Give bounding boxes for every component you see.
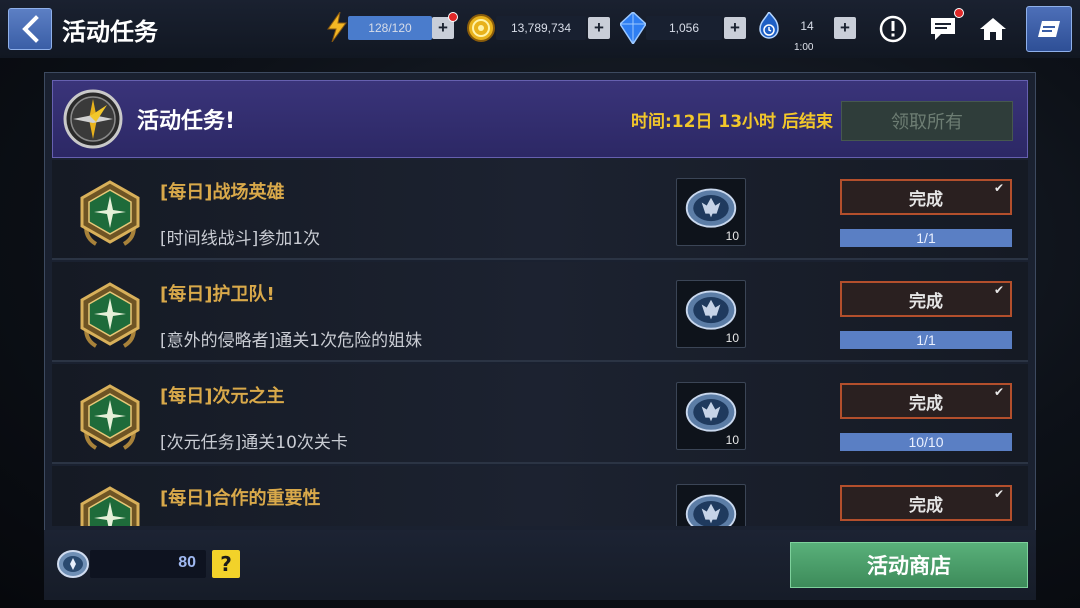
reward-item[interactable]: 10 [676, 280, 746, 348]
complete-button[interactable]: 完成 ✔ [840, 485, 1012, 521]
progress-bar: 1/1 [840, 229, 1012, 247]
help-button[interactable]: ? [212, 550, 240, 578]
task-description: [意外的侵略者]通关1次危险的姐妹 [160, 331, 423, 351]
home-button[interactable] [976, 12, 1010, 46]
chat-icon [931, 18, 955, 40]
task-row: [每日]战场英雄 [时间线战斗]参加1次 10 完成 ✔ 1/1 [52, 160, 1028, 260]
menu-icon [1038, 21, 1060, 37]
task-name: [每日]合作的重要性 [160, 488, 321, 509]
stamina-resource: 14 1:00 + [756, 12, 856, 53]
check-icon: ✔ [993, 181, 1004, 195]
notification-dot [954, 8, 964, 18]
task-description: [次元任务]通关10次关卡 [160, 433, 348, 453]
stamina-timer: 1:00 [794, 42, 814, 53]
medal-icon [74, 280, 146, 352]
token-counter: 80 [90, 550, 206, 578]
add-gold-button[interactable]: + [588, 17, 610, 39]
complete-label: 完成 [909, 189, 943, 210]
reward-item[interactable]: 10 [676, 178, 746, 246]
complete-button[interactable]: 完成 ✔ [840, 383, 1012, 419]
complete-button[interactable]: 完成 ✔ [840, 179, 1012, 215]
token-count: 80 [178, 554, 196, 571]
reward-token-icon [685, 290, 737, 330]
task-name: [每日]护卫队! [160, 284, 275, 305]
task-row: [每日]护卫队! [意外的侵略者]通关1次危险的姐妹 10 完成 ✔ 1/1 [52, 262, 1028, 362]
reward-token-icon [57, 550, 89, 578]
task-name: [每日]战场英雄 [160, 182, 285, 203]
complete-label: 完成 [909, 291, 943, 312]
medal-icon [74, 484, 146, 526]
stamina-value: 14 [800, 19, 814, 33]
menu-button[interactable] [1026, 6, 1072, 52]
task-name: [每日]次元之主 [160, 386, 285, 407]
reward-token-icon [685, 188, 737, 228]
reward-quantity: 10 [725, 433, 739, 447]
alert-icon [879, 15, 907, 43]
progress-text: 1/1 [916, 332, 936, 348]
task-row: [每日]次元之主 [次元任务]通关10次关卡 10 完成 ✔ 10/10 [52, 364, 1028, 464]
alert-button[interactable] [876, 12, 910, 46]
reward-quantity: 10 [725, 331, 739, 345]
complete-button[interactable]: 完成 ✔ [840, 281, 1012, 317]
panel-title: 活动任务! [137, 109, 236, 134]
task-row: [每日]合作的重要性 完成 ✔ [52, 466, 1028, 526]
top-bar: 活动任务 128/120 + 13,789,734 + 1,056 + 14 1… [0, 0, 1080, 58]
add-crystal-button[interactable]: + [724, 17, 746, 39]
reward-item[interactable] [676, 484, 746, 526]
check-icon: ✔ [993, 487, 1004, 501]
reward-quantity: 10 [725, 229, 739, 243]
stamina-clock-icon [759, 12, 779, 39]
progress-bar: 1/1 [840, 331, 1012, 349]
progress-text: 10/10 [908, 434, 944, 450]
compass-icon [63, 89, 123, 149]
task-description: [时间线战斗]参加1次 [160, 229, 321, 249]
time-remaining: 时间:12日 13小时 后结束 [631, 112, 833, 132]
complete-label: 完成 [909, 495, 943, 516]
medal-icon [74, 178, 146, 250]
crystal-resource: 1,056 + [620, 12, 746, 44]
progress-bar: 10/10 [840, 433, 1012, 451]
back-button[interactable] [8, 8, 52, 50]
add-stamina-button[interactable]: + [834, 17, 856, 39]
gold-resource: 13,789,734 + [466, 14, 610, 42]
back-arrow-icon [22, 15, 39, 43]
reward-item[interactable]: 10 [676, 382, 746, 450]
event-shop-button[interactable]: 活动商店 [790, 542, 1028, 588]
energy-value: 128/120 [348, 16, 432, 40]
home-icon [980, 18, 1006, 40]
page-title: 活动任务 [62, 18, 158, 46]
crystal-value: 1,056 [646, 16, 722, 40]
progress-text: 1/1 [916, 230, 936, 246]
complete-label: 完成 [909, 393, 943, 414]
crystal-icon [620, 12, 646, 44]
claim-all-button[interactable]: 领取所有 [841, 101, 1013, 141]
lightning-icon [327, 12, 347, 42]
gold-coin-icon [467, 14, 495, 42]
check-icon: ✔ [993, 385, 1004, 399]
medal-icon [74, 382, 146, 454]
gold-value: 13,789,734 [496, 16, 586, 40]
panel-header: 活动任务! 时间:12日 13小时 后结束 领取所有 [52, 80, 1028, 158]
reward-token-icon [685, 392, 737, 432]
task-list[interactable]: [每日]战场英雄 [时间线战斗]参加1次 10 完成 ✔ 1/1 [每日]护卫队! [意外… [52, 160, 1028, 526]
check-icon: ✔ [993, 283, 1004, 297]
chat-button[interactable] [926, 8, 964, 46]
notification-dot [448, 12, 458, 22]
energy-resource: 128/120 + [326, 12, 458, 42]
reward-token-icon [685, 494, 737, 526]
